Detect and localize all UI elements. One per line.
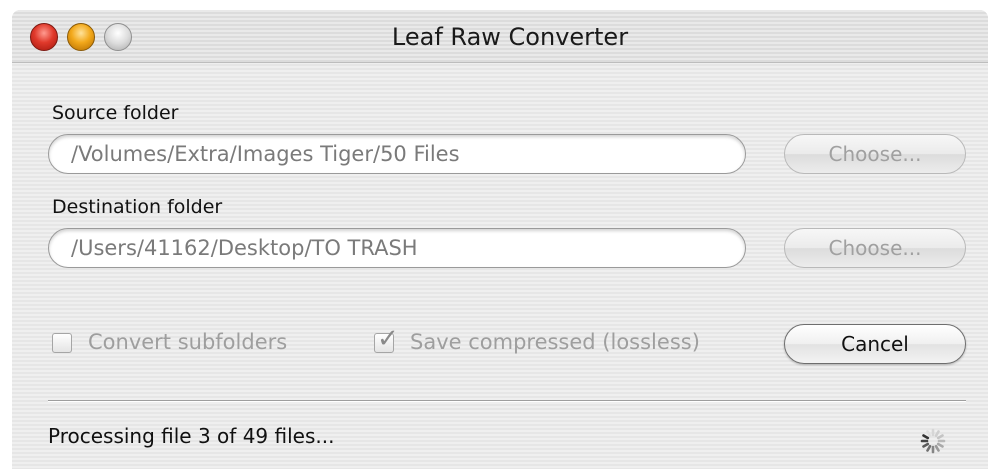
title-bar[interactable]: Leaf Raw Converter xyxy=(12,10,988,63)
save-compressed-checkbox[interactable]: ✓ xyxy=(374,326,399,353)
destination-choose-button[interactable]: Choose... xyxy=(784,228,966,268)
source-choose-button[interactable]: Choose... xyxy=(784,134,966,174)
source-folder-field[interactable]: /Volumes/Extra/Images Tiger/50 Files xyxy=(48,134,746,174)
spinner-icon xyxy=(920,428,946,454)
save-compressed-label: Save compressed (lossless) xyxy=(410,330,700,354)
source-folder-label: Source folder xyxy=(52,102,179,124)
status-divider xyxy=(48,400,966,402)
window-title: Leaf Raw Converter xyxy=(391,23,629,51)
cancel-button[interactable]: Cancel xyxy=(784,324,966,364)
destination-folder-field[interactable]: /Users/41162/Desktop/TO TRASH xyxy=(48,228,746,268)
app-window: Leaf Raw Converter Source folder /Volume… xyxy=(12,10,988,469)
convert-subfolders-checkbox[interactable] xyxy=(52,333,72,353)
status-text: Processing file 3 of 49 files... xyxy=(48,424,335,448)
convert-subfolders-label: Convert subfolders xyxy=(88,330,288,354)
checkmark-icon: ✓ xyxy=(377,324,399,354)
destination-folder-label: Destination folder xyxy=(52,196,223,218)
